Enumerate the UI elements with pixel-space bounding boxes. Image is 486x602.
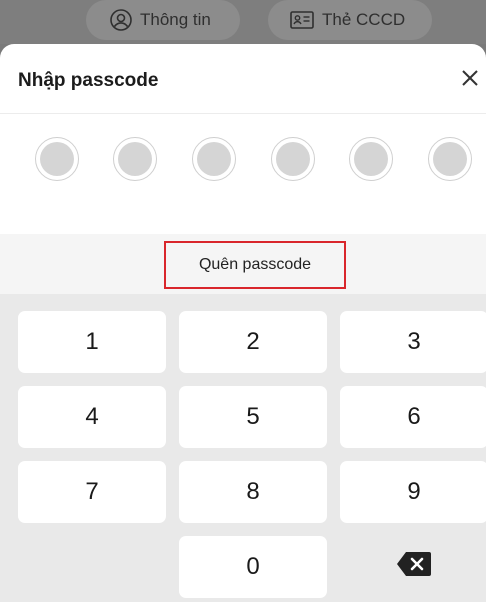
user-circle-icon [110,9,132,31]
close-button[interactable] [458,68,482,92]
close-icon [460,68,480,93]
key-5[interactable]: 5 [179,386,327,448]
sheet-header: Nhập passcode [0,44,486,114]
key-4[interactable]: 4 [18,386,166,448]
key-8[interactable]: 8 [179,461,327,523]
id-card-icon [290,11,314,29]
numeric-keypad: 1 2 3 4 5 6 7 8 9 0 [0,294,486,602]
passcode-dot [35,137,79,181]
tab-thong-tin[interactable]: Thông tin [86,0,240,40]
passcode-dot [349,137,393,181]
passcode-sheet: Nhập passcode Quên passcode 1 2 3 4 5 6 … [0,44,486,602]
key-9[interactable]: 9 [340,461,486,523]
key-empty [18,536,166,598]
key-7[interactable]: 7 [18,461,166,523]
passcode-indicator [0,116,486,234]
tab-label: Thẻ CCCD [322,10,406,29]
key-6[interactable]: 6 [340,386,486,448]
passcode-dot [192,137,236,181]
passcode-dot [113,137,157,181]
key-1[interactable]: 1 [18,311,166,373]
backspace-icon [396,551,432,584]
passcode-dot [271,137,315,181]
backspace-button[interactable] [340,536,486,598]
passcode-dot [428,137,472,181]
sheet-title: Nhập passcode [18,70,159,91]
key-0[interactable]: 0 [179,536,327,598]
key-2[interactable]: 2 [179,311,327,373]
tab-the-cccd[interactable]: Thẻ CCCD [268,0,432,40]
forgot-passcode-button[interactable]: Quên passcode [164,241,346,289]
tab-label: Thông tin [140,10,211,29]
key-3[interactable]: 3 [340,311,486,373]
forgot-passcode-row: Quên passcode [0,234,486,294]
